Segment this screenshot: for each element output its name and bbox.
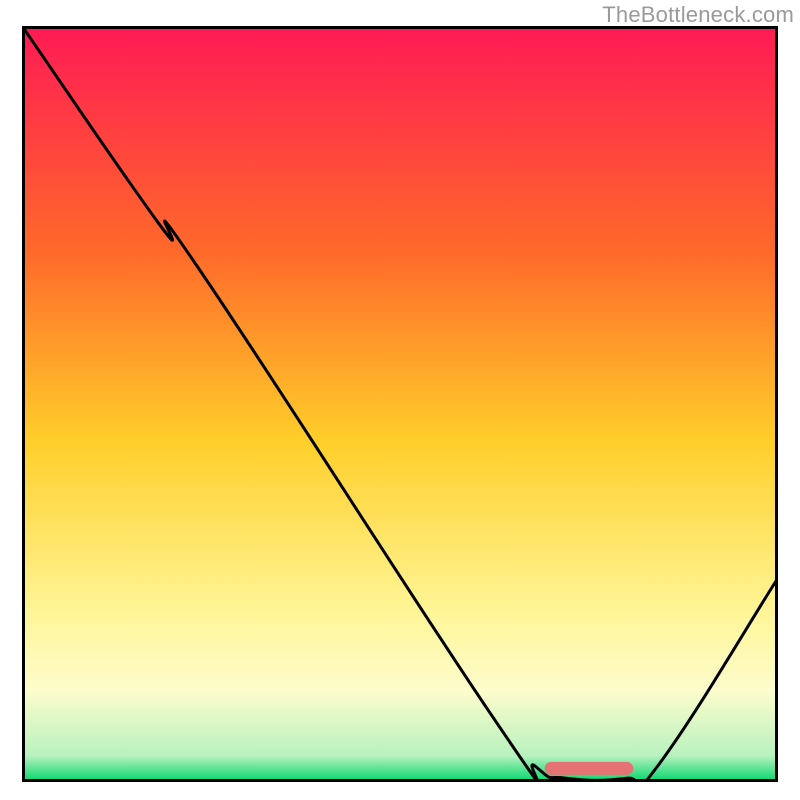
- chart-root: TheBottleneck.com: [0, 0, 800, 800]
- gradient-background: [22, 26, 778, 782]
- chart-frame: [22, 26, 778, 782]
- watermark-text: TheBottleneck.com: [602, 2, 794, 28]
- chart-surface: [22, 26, 778, 782]
